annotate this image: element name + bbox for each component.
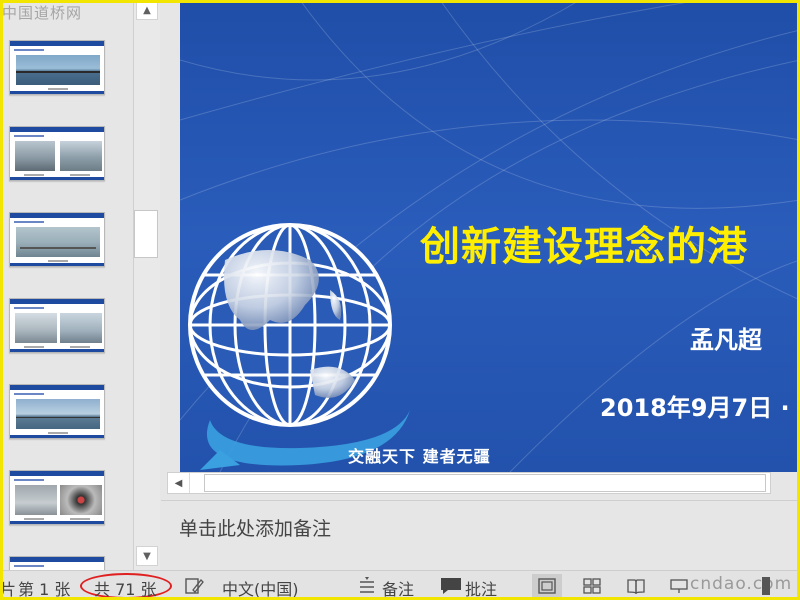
- slide-title[interactable]: 创新建设理念的港: [420, 214, 748, 272]
- scroll-left-arrow-icon[interactable]: ◀: [168, 473, 190, 493]
- slide-editing-area: 创新建设理念的港 孟凡超 2018年9月7日 · 交融天下 建者无疆 ◀: [161, 0, 800, 500]
- watermark: 中国道桥网: [2, 4, 83, 22]
- slide-thumbnail[interactable]: [9, 126, 105, 181]
- reading-view-button[interactable]: [621, 574, 651, 598]
- spellcheck-icon[interactable]: [184, 577, 204, 599]
- slide-thumbnail[interactable]: [9, 212, 105, 267]
- slide-sorter-icon: [583, 578, 601, 594]
- scroll-up-arrow-icon[interactable]: ▲: [136, 0, 158, 20]
- scrollbar-thumb[interactable]: [134, 210, 158, 258]
- language-indicator[interactable]: 中文(中国): [222, 576, 299, 600]
- current-slide[interactable]: 创新建设理念的港 孟凡超 2018年9月7日 · 交融天下 建者无疆: [180, 0, 800, 472]
- notes-button[interactable]: 备注: [382, 576, 414, 600]
- comment-icon[interactable]: [440, 577, 462, 599]
- slide-slogan[interactable]: 交融天下 建者无疆: [348, 443, 491, 467]
- slide-date[interactable]: 2018年9月7日 ·: [600, 388, 790, 423]
- slide-thumbnail[interactable]: [9, 470, 105, 525]
- normal-view-icon: [538, 578, 556, 594]
- notes-pane[interactable]: 单击此处添加备注: [161, 500, 800, 570]
- watermark-footer: cndao.com: [690, 574, 793, 594]
- slide-thumbnail[interactable]: [9, 40, 105, 95]
- slide-thumbnail[interactable]: [9, 298, 105, 353]
- status-bar: 片 第 1 张 共 71 张 中文(中国) 备注 批注 cndao.com: [0, 570, 800, 600]
- normal-view-button[interactable]: [532, 574, 562, 598]
- status-fragment: 片: [0, 580, 17, 599]
- slide-sorter-view-button[interactable]: [577, 574, 607, 598]
- horizontal-scrollbar[interactable]: ◀: [167, 472, 771, 494]
- slide-author[interactable]: 孟凡超: [690, 320, 762, 355]
- slide-thumbnail-pane[interactable]: [3, 0, 133, 570]
- reading-view-icon: [627, 579, 645, 594]
- comments-button[interactable]: 批注: [465, 576, 497, 600]
- slide-total: 共 71 张: [94, 580, 157, 599]
- scroll-down-arrow-icon[interactable]: ▼: [136, 546, 158, 566]
- horizontal-scrollbar-thumb[interactable]: [204, 474, 766, 492]
- thumbnail-scrollbar[interactable]: ▲ ▼: [133, 0, 160, 570]
- notes-icon[interactable]: [358, 577, 376, 599]
- slide-thumbnail[interactable]: [9, 384, 105, 439]
- slideshow-icon: [670, 579, 688, 593]
- zoom-slider-thumb[interactable]: [762, 577, 770, 595]
- slide-position: 第 1 张: [18, 580, 71, 599]
- globe-icon: [188, 223, 410, 470]
- notes-placeholder[interactable]: 单击此处添加备注: [179, 514, 331, 541]
- slide-thumbnail[interactable]: [9, 556, 105, 570]
